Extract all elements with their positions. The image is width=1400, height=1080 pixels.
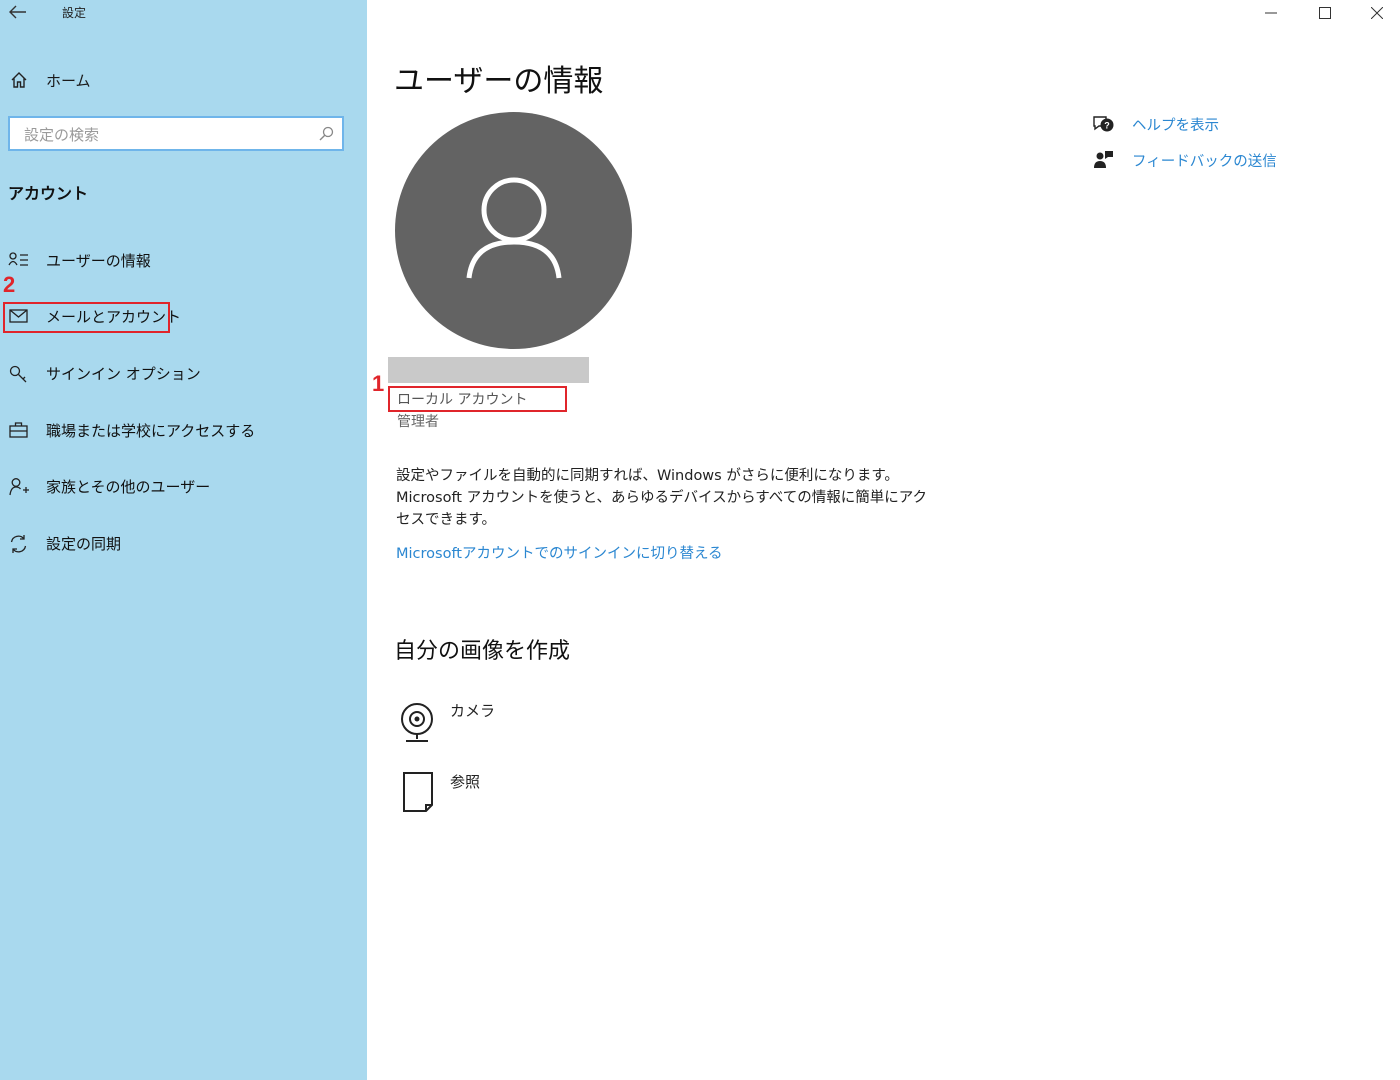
search-box[interactable] bbox=[8, 116, 344, 151]
callout-highlight-2 bbox=[3, 302, 170, 333]
browse-label: 参照 bbox=[450, 773, 481, 791]
briefcase-icon bbox=[8, 421, 30, 439]
home-icon bbox=[10, 71, 28, 89]
back-arrow-icon bbox=[9, 5, 26, 19]
sidebar: 設定 ホーム アカウント ユーザーの情報 bbox=[0, 0, 367, 1080]
callout-number-2: 2 bbox=[3, 272, 16, 297]
person-list-icon bbox=[8, 251, 30, 269]
callout-number-1: 1 bbox=[372, 371, 385, 396]
minimize-icon bbox=[1265, 12, 1277, 14]
sidebar-item-sync-settings[interactable]: 設定の同期 bbox=[0, 526, 367, 560]
sidebar-home[interactable]: ホーム bbox=[0, 64, 367, 96]
sidebar-item-work-school[interactable]: 職場または学校にアクセスする bbox=[0, 413, 367, 447]
sidebar-item-family-users[interactable]: 家族とその他のユーザー bbox=[0, 469, 367, 503]
maximize-icon bbox=[1319, 7, 1331, 19]
switch-to-microsoft-account-link[interactable]: Microsoftアカウントでのサインインに切り替える bbox=[396, 542, 723, 563]
camera-option[interactable]: カメラ bbox=[396, 700, 696, 750]
maximize-button[interactable] bbox=[1302, 0, 1348, 26]
sidebar-item-label: 家族とその他のユーザー bbox=[46, 478, 211, 496]
window-title: 設定 bbox=[62, 6, 87, 20]
user-silhouette-icon bbox=[466, 177, 562, 279]
search-icon[interactable] bbox=[318, 126, 334, 142]
back-button[interactable] bbox=[8, 4, 30, 22]
sync-description: 設定やファイルを自動的に同期すれば、Windows がさらに便利になります。Mi… bbox=[396, 468, 927, 528]
sidebar-item-label: ユーザーの情報 bbox=[46, 252, 151, 270]
account-role: 管理者 bbox=[397, 414, 439, 430]
camera-icon bbox=[398, 700, 438, 744]
sidebar-item-label: 設定の同期 bbox=[46, 535, 122, 553]
sidebar-item-label: 職場または学校にアクセスする bbox=[46, 422, 256, 440]
show-help-label: ヘルプを表示 bbox=[1132, 118, 1219, 134]
callout-highlight-1 bbox=[388, 386, 567, 412]
page-title: ユーザーの情報 bbox=[394, 64, 604, 99]
search-input[interactable] bbox=[22, 118, 316, 151]
redacted-user-name bbox=[388, 357, 589, 383]
create-picture-title: 自分の画像を作成 bbox=[394, 639, 571, 664]
sidebar-section-label: アカウント bbox=[8, 184, 89, 203]
minimize-button[interactable] bbox=[1248, 0, 1294, 26]
browse-option[interactable]: 参照 bbox=[396, 771, 696, 821]
help-chat-icon: ? bbox=[1092, 114, 1116, 134]
send-feedback-label: フィードバックの送信 bbox=[1132, 154, 1277, 170]
camera-label: カメラ bbox=[450, 702, 496, 720]
home-label: ホーム bbox=[46, 72, 91, 90]
close-button[interactable] bbox=[1354, 0, 1400, 26]
person-add-icon bbox=[8, 477, 30, 497]
browse-file-icon bbox=[398, 771, 438, 815]
svg-text:?: ? bbox=[1104, 121, 1110, 131]
sidebar-item-your-info[interactable]: ユーザーの情報 bbox=[0, 243, 367, 277]
key-icon bbox=[8, 364, 30, 384]
feedback-icon bbox=[1092, 150, 1116, 170]
avatar bbox=[395, 112, 632, 349]
close-icon bbox=[1371, 7, 1383, 19]
sidebar-item-sign-in-options[interactable]: サインイン オプション bbox=[0, 356, 367, 390]
sync-icon bbox=[8, 534, 30, 554]
sidebar-item-label: サインイン オプション bbox=[46, 365, 201, 383]
